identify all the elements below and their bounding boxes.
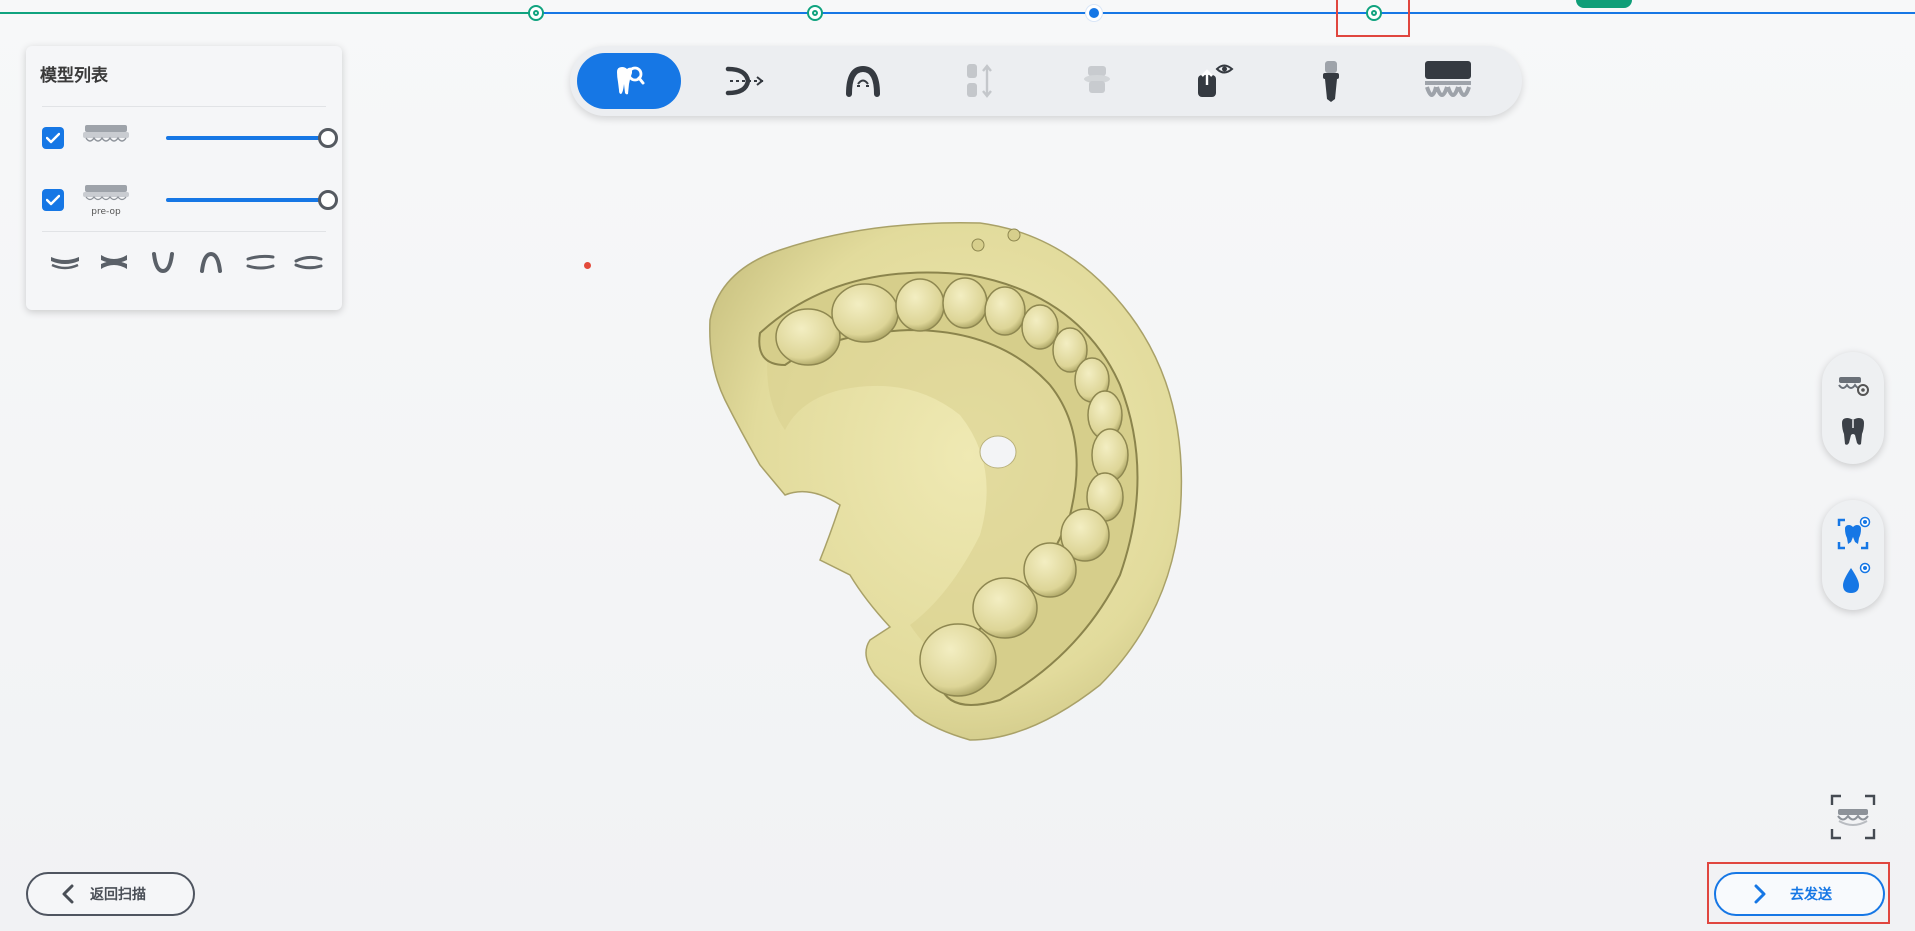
fit-view-icon[interactable] [1829, 793, 1877, 841]
tool-tooth-search[interactable] [577, 53, 681, 109]
step-highlight-box [1336, 0, 1410, 37]
arch-icon [846, 65, 880, 97]
panel-title: 模型列表 [40, 66, 108, 86]
tooth-icon[interactable] [1835, 414, 1871, 450]
view-side-icon[interactable] [97, 251, 131, 273]
app-root: 模型列表 pre-op 返回扫描 去发送 [0, 0, 1915, 931]
view-direction-bar [42, 232, 326, 292]
tool-arch[interactable] [811, 53, 915, 109]
progress-tab[interactable] [1576, 0, 1632, 8]
color-drop-icon[interactable] [1835, 562, 1871, 598]
opacity-slider-preop-handle[interactable] [318, 190, 338, 210]
model-checkbox-preop[interactable] [42, 189, 64, 211]
cursor-marker [584, 262, 591, 269]
view-left-icon[interactable] [243, 251, 277, 273]
side-toolbar-top [1822, 352, 1884, 464]
model-list-panel: 模型列表 pre-op [26, 46, 342, 310]
side-toolbar-bottom [1822, 500, 1884, 610]
model-checkbox-upper[interactable] [42, 127, 64, 149]
view-front-icon[interactable] [48, 251, 82, 273]
occlusion-icon [967, 64, 992, 98]
progress-step-3[interactable] [1086, 5, 1102, 21]
tool-die [1045, 53, 1149, 109]
send-highlight-box [1707, 862, 1890, 924]
back-to-scan-button[interactable]: 返回扫描 [26, 872, 195, 916]
view-upper-icon[interactable] [194, 251, 228, 273]
opacity-slider-upper-handle[interactable] [318, 128, 338, 148]
progress-step-2[interactable] [807, 5, 823, 21]
model-thumb-preop: pre-op [82, 183, 130, 217]
tooth-view-icon[interactable] [1835, 516, 1871, 552]
view-right-icon[interactable] [292, 251, 326, 273]
back-button-label: 返回扫描 [90, 887, 146, 903]
tool-implant[interactable] [1279, 53, 1383, 109]
opacity-slider-preop-track[interactable] [166, 198, 328, 202]
model-thumb-label: pre-op [91, 207, 121, 217]
implant-icon [1323, 61, 1339, 102]
die-icon [1084, 66, 1110, 93]
model-row-preop: pre-op [42, 169, 338, 231]
full-arch-icon [1425, 61, 1471, 97]
model-settings-icon[interactable] [1835, 368, 1871, 404]
tool-insertion-view[interactable] [1162, 53, 1266, 109]
insertion-view-icon [1198, 64, 1234, 97]
margin-line-icon [725, 66, 764, 96]
workflow-progress [0, 0, 1915, 28]
workflow-toolbar [570, 46, 1522, 116]
opacity-slider-upper-track[interactable] [166, 136, 328, 140]
view-lower-icon[interactable] [146, 251, 180, 273]
progress-line-pending [1095, 12, 1915, 14]
model-row-upper [42, 107, 338, 169]
tooth-search-icon [617, 66, 645, 95]
progress-line-done [0, 12, 540, 14]
tool-occlusion [928, 53, 1032, 109]
chevron-left-icon [62, 884, 74, 904]
tool-full-arch[interactable] [1396, 53, 1500, 109]
progress-step-1[interactable] [528, 5, 544, 21]
model-thumb-upper [82, 121, 130, 155]
dental-model-viewport[interactable] [700, 215, 1220, 745]
tool-margin-line[interactable] [694, 53, 798, 109]
